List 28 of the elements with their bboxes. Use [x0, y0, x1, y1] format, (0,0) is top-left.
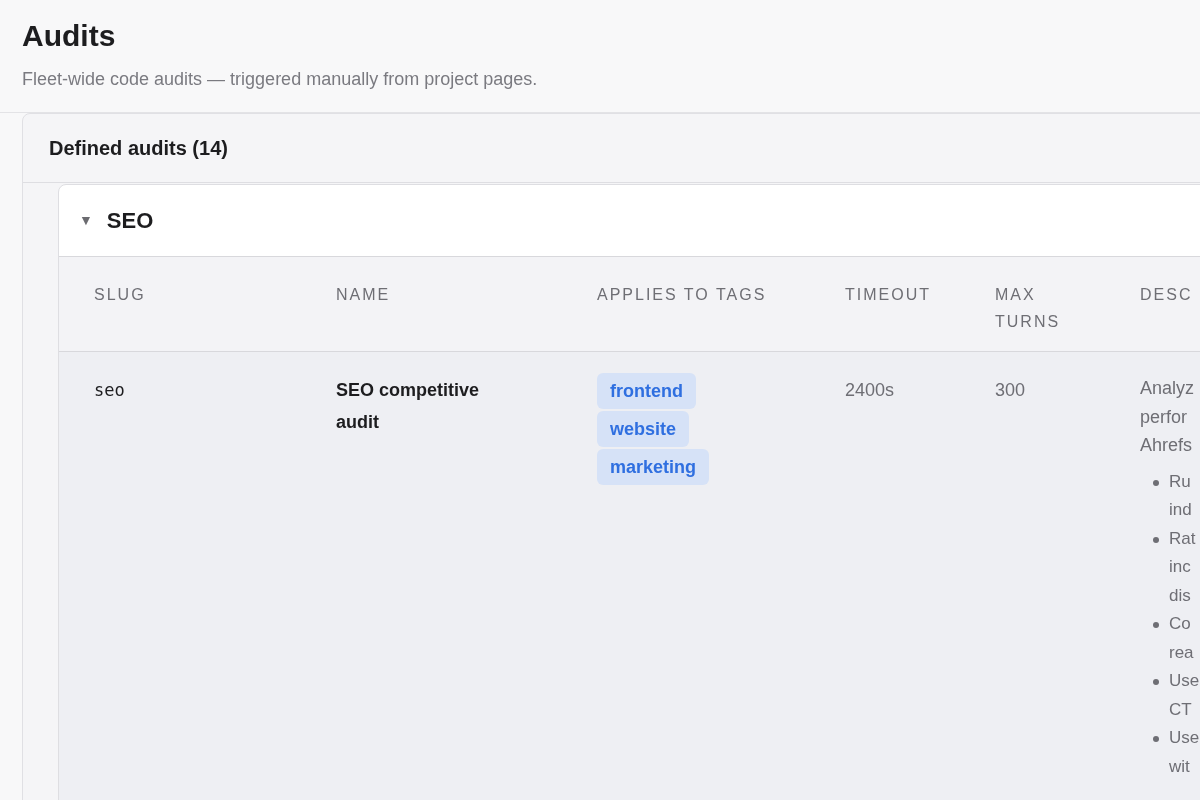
column-header: DESC: [1140, 286, 1193, 303]
bullet-text: Use CT: [1169, 670, 1200, 721]
bullet-icon: [1153, 736, 1159, 742]
bullet-text: Use wit: [1169, 727, 1200, 778]
column-header: APPLIES TO TAGS: [597, 286, 767, 303]
page-title: Audits: [22, 18, 117, 54]
table-cell: 300: [995, 380, 1026, 400]
table-cell: SEO competitive audit: [336, 380, 480, 432]
column-header: NAME: [336, 286, 391, 303]
group-toggle[interactable]: ▼ SEO: [59, 185, 174, 256]
table-cell: 2400s: [845, 380, 895, 400]
bullet-icon: [1153, 679, 1159, 685]
column-header: TIMEOUT: [845, 286, 931, 303]
tag: frontend: [597, 373, 696, 409]
description-text: Analyz perfor Ahrefs: [1140, 377, 1196, 457]
table-cell: seo: [94, 380, 125, 400]
bullet-icon: [1153, 479, 1159, 486]
column-header: MAX TURNS: [995, 285, 1062, 332]
bullet-icon: [1153, 622, 1159, 628]
column-header: SLUG: [94, 286, 146, 303]
bullet-text: Rat inc dis: [1169, 527, 1196, 607]
page-subtitle: Fleet-wide code audits — triggered manually from project pages.: [22, 68, 539, 90]
tag: marketing: [597, 449, 710, 485]
panel-title: Defined audits (14): [49, 136, 228, 161]
bullet-text: Ru ind: [1169, 470, 1192, 521]
bullet-icon: [1153, 536, 1159, 543]
tag: website: [597, 411, 690, 447]
bullet-text: Co rea: [1169, 613, 1194, 664]
